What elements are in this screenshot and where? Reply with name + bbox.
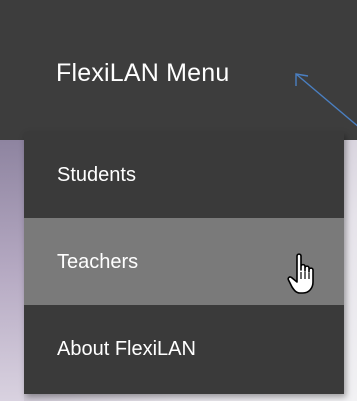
menu-item-about-flexilan[interactable]: About FlexiLAN [24, 305, 344, 392]
menu-item-label: About FlexiLAN [57, 337, 196, 360]
background-strip [0, 140, 24, 401]
menu-item-label: Students [57, 164, 136, 186]
hand-pointer-icon [287, 253, 314, 294]
menu-title[interactable]: FlexiLAN Menu [56, 58, 230, 88]
menu-item-students[interactable]: Students [24, 132, 344, 218]
annotation-arrow-icon [295, 73, 357, 127]
menu-item-label: Teachers [57, 250, 139, 273]
